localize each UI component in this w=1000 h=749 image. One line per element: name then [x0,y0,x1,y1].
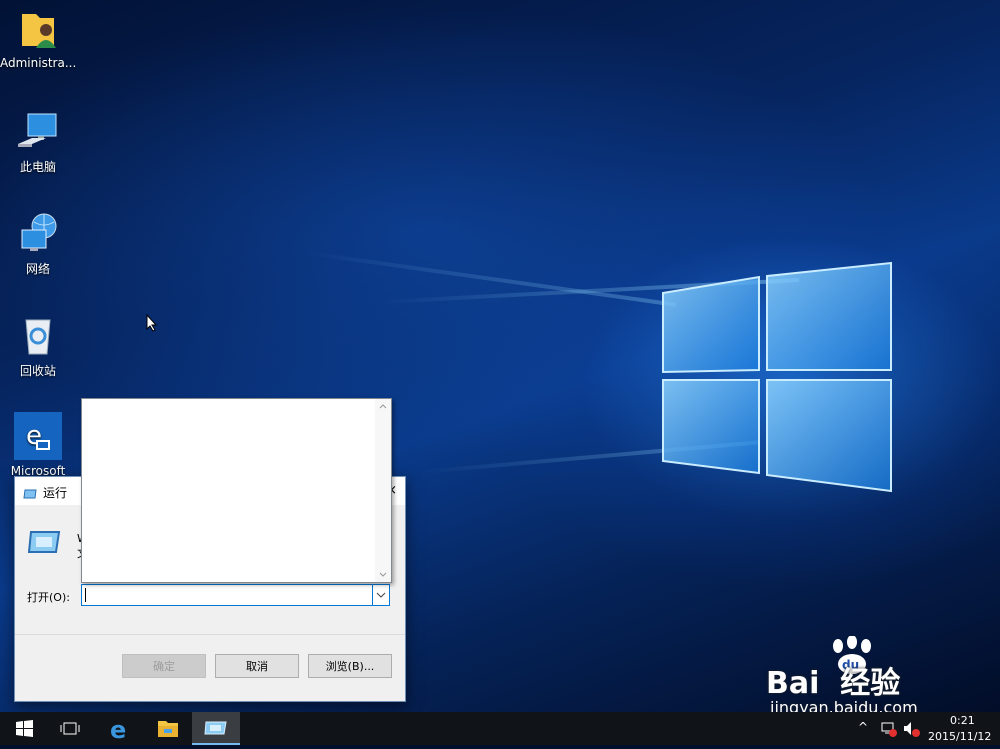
divider [15,634,405,635]
clock-time[interactable]: 0:21 [950,714,975,727]
desktop-icon-recycle-bin[interactable]: 回收站 [0,314,76,379]
text-caret [85,588,86,602]
desktop-icon-label: 此电脑 [19,160,56,174]
recycle-bin-icon [16,314,60,358]
run-icon [204,721,227,735]
desktop-icon-label: 回收站 [19,364,56,378]
desktop-icon-microsoft-edge[interactable]: e Microsoft [0,412,76,478]
desktop-icon-administrator[interactable]: Administra... [0,8,76,70]
autocomplete-list[interactable] [81,398,392,583]
file-explorer-icon [158,721,178,737]
dialog-title: 运行 [43,486,68,500]
chevron-up-icon[interactable]: ^ [858,720,868,734]
svg-text:e: e [110,716,126,744]
taskbar: e ^ 0:21 2015/11/12 [0,712,1000,745]
volume-muted-icon[interactable] [902,720,920,738]
task-view-icon [60,722,80,735]
desktop-icon-network[interactable]: 网络 [0,212,76,277]
task-view-button[interactable] [46,712,94,745]
taskbar-explorer-button[interactable] [144,712,192,745]
this-pc-icon [16,110,60,154]
edge-icon: e [14,412,62,460]
open-combobox[interactable] [81,584,390,606]
taskbar-edge-button[interactable]: e [96,712,144,745]
run-large-icon [27,529,61,559]
desktop-icon-label: Administra... [0,56,76,70]
baidu-watermark: du Bai 经验 jingyan.baidu.com [766,636,956,717]
network-status-icon[interactable] [880,720,898,738]
start-icon [16,720,33,737]
scrollbar[interactable] [375,399,391,582]
desktop-icon-label: 网络 [25,262,50,276]
mouse-cursor-icon [146,314,158,332]
user-folder-icon [16,8,60,52]
chevron-down-icon[interactable] [372,585,389,605]
ok-button[interactable]: 确定 [122,654,206,678]
windows-logo [662,261,892,493]
cancel-button[interactable]: 取消 [215,654,299,678]
edge-icon: e [110,716,126,744]
open-label: 打开(O): [27,591,70,604]
clock-date[interactable]: 2015/11/12 [928,730,991,743]
taskbar-run-button[interactable] [192,712,240,745]
browse-button[interactable]: 浏览(B)... [308,654,392,678]
watermark-brand: Bai 经验 [766,666,901,701]
scroll-arrows-icon [379,404,387,577]
run-icon [23,485,37,504]
desktop-icon-this-pc[interactable]: 此电脑 [0,110,76,175]
start-button[interactable] [0,712,48,745]
network-icon [16,212,60,256]
